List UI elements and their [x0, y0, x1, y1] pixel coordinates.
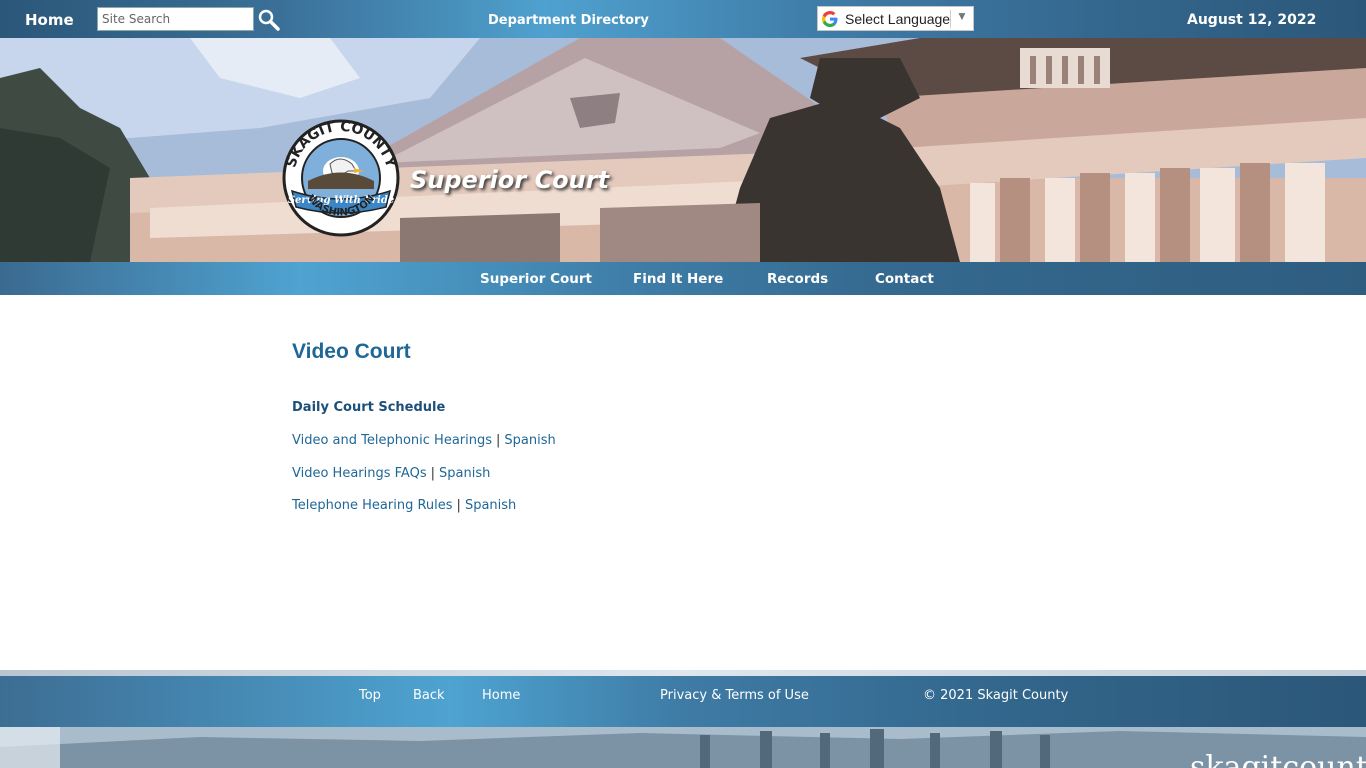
separator: |: [430, 466, 435, 481]
skagit-county-seal-logo: Serving With Pride SKAGIT COUNTY WASHING…: [282, 119, 400, 237]
list-item: Video and Telephonic Hearings | Spanish: [292, 433, 556, 448]
landscape-graphic: [0, 727, 1366, 768]
header-banner: Serving With Pride SKAGIT COUNTY WASHING…: [0, 38, 1366, 262]
spanish-link[interactable]: Spanish: [504, 433, 555, 448]
current-date: August 12, 2022: [1187, 12, 1317, 28]
video-hearings-faqs-link[interactable]: Video Hearings FAQs: [292, 466, 427, 481]
footer-privacy-link[interactable]: Privacy & Terms of Use: [660, 688, 809, 703]
section-heading: Video Court: [292, 340, 411, 363]
daily-court-schedule-link[interactable]: Daily Court Schedule: [292, 400, 445, 415]
footer-back-link[interactable]: Back: [413, 688, 445, 703]
separator: |: [456, 498, 461, 513]
list-item: Video Hearings FAQs | Spanish: [292, 466, 490, 481]
spanish-link[interactable]: Spanish: [465, 498, 516, 513]
main-nav: Superior Court Find It Here Records Cont…: [0, 262, 1366, 295]
spanish-link[interactable]: Spanish: [439, 466, 490, 481]
telephone-hearing-rules-link[interactable]: Telephone Hearing Rules: [292, 498, 453, 513]
nav-find-it-here[interactable]: Find It Here: [633, 271, 723, 287]
home-link[interactable]: Home: [25, 11, 74, 29]
search-icon[interactable]: [257, 8, 281, 32]
video-telephonic-hearings-link[interactable]: Video and Telephonic Hearings: [292, 433, 492, 448]
google-icon: [822, 11, 838, 27]
department-directory-link[interactable]: Department Directory: [488, 13, 649, 28]
separator: |: [496, 433, 501, 448]
language-select[interactable]: Select Language ▼: [817, 6, 974, 31]
language-label: Select Language: [845, 11, 951, 27]
seal-ribbon-text: Serving With Pride: [288, 195, 394, 206]
watermark-text: skagitcounty: [1190, 750, 1366, 768]
nav-superior-court[interactable]: Superior Court: [480, 271, 592, 287]
footer-top-link[interactable]: Top: [359, 688, 381, 703]
footer-copyright: © 2021 Skagit County: [923, 688, 1069, 703]
courthouse-image: [0, 38, 1366, 262]
top-bar: Home Department Directory Select Languag…: [0, 0, 1366, 38]
divider: [950, 10, 951, 28]
footer: Top Back Home Privacy & Terms of Use © 2…: [0, 676, 1366, 727]
dropdown-arrow-icon: ▼: [956, 9, 968, 23]
nav-records[interactable]: Records: [767, 271, 828, 287]
nav-contact[interactable]: Contact: [875, 271, 934, 287]
site-search-input[interactable]: [97, 7, 254, 31]
footer-landscape-image: skagitcounty: [0, 727, 1366, 768]
page-title: Superior Court: [410, 166, 610, 194]
list-item: Telephone Hearing Rules | Spanish: [292, 498, 516, 513]
footer-home-link[interactable]: Home: [482, 688, 520, 703]
